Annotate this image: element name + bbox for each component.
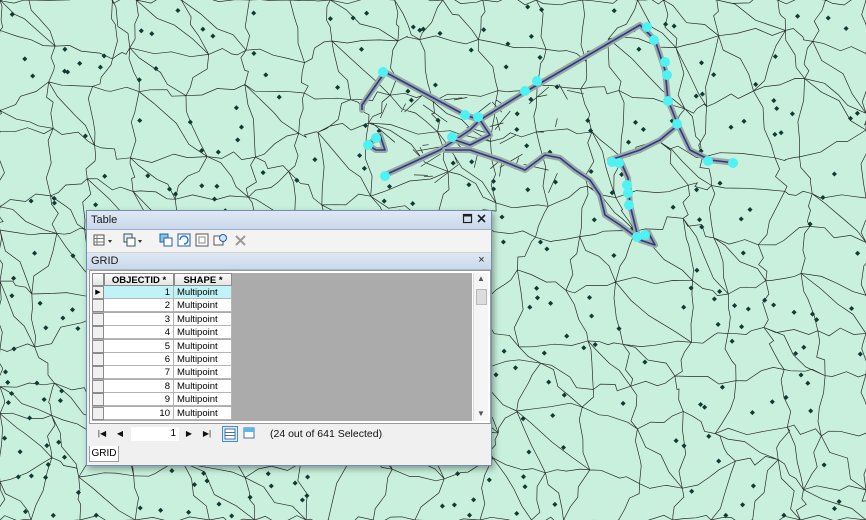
- previous-record-button[interactable]: ◀: [113, 427, 127, 441]
- tab-close-icon[interactable]: ×: [475, 254, 488, 267]
- cell-shape[interactable]: Multipoint: [174, 353, 232, 366]
- row-selector[interactable]: [92, 353, 104, 366]
- table-tab-title: GRID: [91, 255, 119, 267]
- selected-point: [532, 76, 542, 86]
- table-toolbar: [87, 230, 491, 253]
- selected-point: [672, 119, 682, 129]
- scroll-thumb[interactable]: [476, 289, 487, 305]
- selected-point: [378, 67, 388, 77]
- cell-objectid[interactable]: 6: [104, 353, 174, 366]
- table-window[interactable]: Table GRID × OBJECTID * SHAPE * ▶ 1 Mult…: [86, 210, 492, 466]
- selected-point: [640, 230, 650, 240]
- selected-point: [380, 171, 390, 181]
- cell-shape[interactable]: Multipoint: [174, 286, 232, 299]
- related-tables-icon[interactable]: [123, 233, 142, 248]
- selected-point: [660, 57, 670, 67]
- scroll-down-icon[interactable]: ▼: [476, 409, 486, 419]
- attribute-grid[interactable]: OBJECTID * SHAPE * ▶ 1 Multipoint 2 Multipoi…: [89, 270, 491, 424]
- row-selector[interactable]: [92, 379, 104, 393]
- cell-shape[interactable]: Multipoint: [174, 406, 232, 420]
- row-selector[interactable]: [92, 366, 104, 380]
- row-selector[interactable]: [92, 339, 104, 353]
- cell-objectid[interactable]: 7: [104, 366, 174, 380]
- zoom-to-selected-icon[interactable]: [213, 233, 229, 248]
- column-header-shape[interactable]: SHAPE *: [174, 273, 232, 286]
- selected-point: [649, 35, 659, 45]
- cell-objectid[interactable]: 8: [104, 379, 174, 393]
- cell-objectid[interactable]: 1: [104, 286, 174, 299]
- selected-point: [642, 22, 652, 32]
- select-by-attributes-icon[interactable]: [159, 233, 175, 248]
- record-navigation: |◀ ◀ ▶ ▶| (24 out of 641 Selected): [89, 424, 489, 444]
- cell-shape[interactable]: Multipoint: [174, 393, 232, 407]
- restore-icon[interactable]: [461, 213, 474, 226]
- selected-point: [624, 200, 634, 210]
- cell-shape[interactable]: Multipoint: [174, 339, 232, 353]
- selected-point: [614, 158, 624, 168]
- cell-objectid[interactable]: 2: [104, 299, 174, 313]
- selected-point: [371, 133, 381, 143]
- cell-objectid[interactable]: 10: [104, 406, 174, 420]
- row-selector[interactable]: [92, 326, 104, 340]
- selected-point: [447, 132, 457, 142]
- cell-objectid[interactable]: 4: [104, 326, 174, 340]
- selected-point: [623, 188, 633, 198]
- column-header-objectid[interactable]: OBJECTID *: [104, 273, 174, 286]
- row-selector[interactable]: [92, 312, 104, 326]
- selected-point: [363, 140, 373, 150]
- selected-point: [663, 96, 673, 106]
- delete-selected-icon[interactable]: [233, 233, 249, 248]
- cell-shape[interactable]: Multipoint: [174, 312, 232, 326]
- cell-objectid[interactable]: 3: [104, 312, 174, 326]
- selected-point: [520, 86, 530, 96]
- row-selector[interactable]: [92, 406, 104, 420]
- next-record-button[interactable]: ▶: [182, 427, 196, 441]
- show-all-records-button[interactable]: [222, 426, 238, 442]
- cell-shape[interactable]: Multipoint: [174, 326, 232, 340]
- title-bar[interactable]: Table: [87, 211, 491, 230]
- table-options-icon[interactable]: [93, 233, 112, 248]
- window-title: Table: [91, 214, 118, 226]
- table-tab-header[interactable]: GRID ×: [87, 253, 491, 270]
- selected-point: [460, 110, 470, 120]
- cell-shape[interactable]: Multipoint: [174, 366, 232, 380]
- cell-shape[interactable]: Multipoint: [174, 299, 232, 313]
- close-icon[interactable]: [475, 213, 488, 226]
- first-record-button[interactable]: |◀: [95, 427, 109, 441]
- cell-objectid[interactable]: 5: [104, 339, 174, 353]
- show-selected-records-button[interactable]: [242, 426, 258, 442]
- row-selector-header[interactable]: [92, 273, 104, 286]
- scroll-up-icon[interactable]: ▲: [476, 274, 486, 284]
- switch-selection-icon[interactable]: [177, 233, 193, 248]
- row-selector[interactable]: [92, 393, 104, 407]
- cell-objectid[interactable]: 9: [104, 393, 174, 407]
- selected-point: [473, 112, 483, 122]
- clear-selection-icon[interactable]: [195, 233, 211, 248]
- selected-point: [703, 156, 713, 166]
- record-number-input[interactable]: [131, 427, 179, 441]
- selection-status: (24 out of 641 Selected): [270, 428, 383, 440]
- selected-point: [728, 158, 738, 168]
- cell-shape[interactable]: Multipoint: [174, 379, 232, 393]
- last-record-button[interactable]: ▶|: [200, 427, 214, 441]
- selected-point: [662, 70, 672, 80]
- row-selector[interactable]: ▶: [92, 286, 104, 299]
- tab-grid[interactable]: GRID: [89, 446, 119, 462]
- row-selector[interactable]: [92, 299, 104, 313]
- vertical-scrollbar[interactable]: ▲ ▼: [473, 273, 488, 421]
